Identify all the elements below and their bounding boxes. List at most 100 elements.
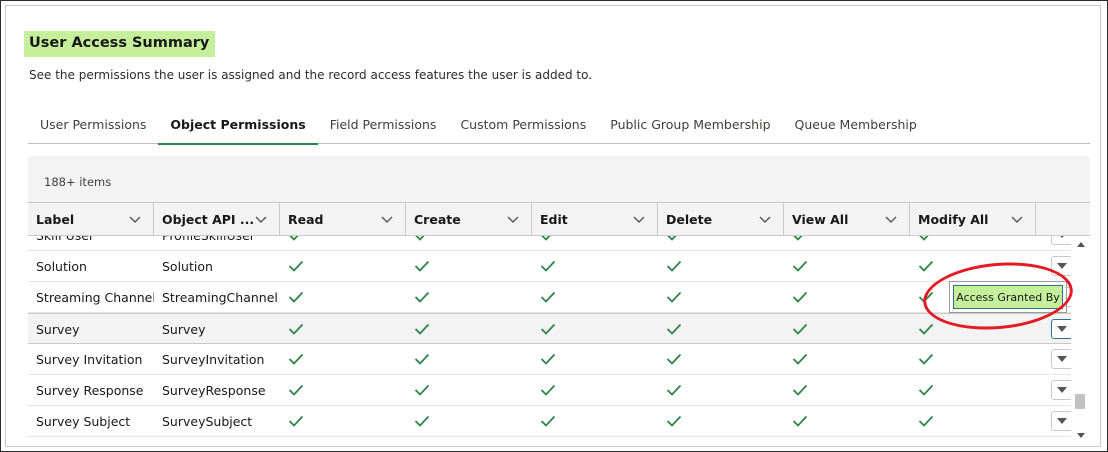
- cell-read: [280, 314, 406, 344]
- column-header-actions: [1036, 203, 1071, 235]
- cell-view-all: [784, 236, 910, 250]
- scroll-up-arrow-icon[interactable]: [1077, 242, 1085, 247]
- cell-create: [406, 344, 532, 374]
- chevron-down-icon[interactable]: [255, 213, 267, 225]
- tab-object-permissions[interactable]: Object Permissions: [158, 111, 318, 145]
- cell-edit: [532, 375, 658, 405]
- check-icon: [288, 384, 304, 396]
- cell-view-all: [784, 406, 910, 436]
- cell-create: [406, 375, 532, 405]
- column-header-modify-all[interactable]: Modify All: [910, 203, 1036, 235]
- cell-edit: [532, 344, 658, 374]
- cell-delete: [658, 282, 784, 312]
- check-icon: [666, 291, 682, 303]
- row-action-dropdown-icon[interactable]: [1051, 349, 1071, 369]
- tab-field-permissions[interactable]: Field Permissions: [318, 111, 449, 144]
- table-row[interactable]: Survey Survey: [28, 313, 1071, 344]
- chevron-down-icon[interactable]: [885, 213, 897, 225]
- scroll-thumb[interactable]: [1075, 394, 1085, 409]
- tab-bar: User Permissions Object Permissions Fiel…: [28, 111, 1090, 145]
- check-icon: [540, 415, 556, 427]
- check-icon: [540, 260, 556, 272]
- access-granted-by-menu-item[interactable]: Access Granted By: [953, 285, 1063, 309]
- table-row[interactable]: Survey Invitation SurveyInvitation: [28, 344, 1071, 375]
- column-header-edit[interactable]: Edit: [532, 203, 658, 235]
- chevron-down-icon[interactable]: [1011, 213, 1023, 225]
- chevron-down-icon[interactable]: [507, 213, 519, 225]
- table-row[interactable]: Streaming Channel StreamingChannel: [28, 282, 1071, 313]
- cell-edit: [532, 236, 658, 250]
- chevron-down-icon[interactable]: [633, 213, 645, 225]
- cell-delete: [658, 236, 784, 250]
- cell-modify-all: [910, 406, 1036, 436]
- cell-actions: [1036, 251, 1071, 281]
- cell-read: [280, 236, 406, 250]
- row-action-dropdown-icon[interactable]: [1051, 236, 1071, 245]
- table-row[interactable]: Solution Solution: [28, 251, 1071, 282]
- check-icon: [414, 384, 430, 396]
- check-icon: [792, 260, 808, 272]
- column-header-view-all[interactable]: View All: [784, 203, 910, 235]
- scroll-down-arrow-icon[interactable]: [1077, 433, 1085, 438]
- check-icon: [666, 236, 682, 241]
- check-icon: [540, 323, 556, 335]
- table-row[interactable]: Skill UserProfileSkillUser: [28, 236, 1071, 251]
- check-icon: [414, 291, 430, 303]
- check-icon: [666, 415, 682, 427]
- check-icon: [288, 291, 304, 303]
- row-action-dropdown-icon[interactable]: [1051, 319, 1071, 339]
- check-icon: [288, 323, 304, 335]
- check-icon: [540, 236, 556, 241]
- cell-create: [406, 251, 532, 281]
- column-header-text: Read: [288, 211, 324, 227]
- cell-object-api: SurveyInvitation: [162, 351, 265, 367]
- check-icon: [918, 323, 934, 335]
- cell-actions: [1036, 406, 1071, 436]
- check-icon: [792, 353, 808, 365]
- chevron-down-icon[interactable]: [381, 213, 393, 225]
- column-header-create[interactable]: Create: [406, 203, 532, 235]
- column-header-read[interactable]: Read: [280, 203, 406, 235]
- tab-queue-membership[interactable]: Queue Membership: [783, 111, 929, 144]
- cell-object-api: Survey: [162, 321, 206, 337]
- check-icon: [414, 353, 430, 365]
- chevron-down-icon[interactable]: [129, 213, 141, 225]
- check-icon: [792, 291, 808, 303]
- screenshot-frame: User Access Summary See the permissions …: [0, 0, 1108, 452]
- cell-create: [406, 314, 532, 344]
- table-row[interactable]: Survey Response SurveyResponse: [28, 375, 1071, 406]
- cell-edit: [532, 282, 658, 312]
- row-action-dropdown-icon[interactable]: [1051, 380, 1071, 400]
- cell-delete: [658, 344, 784, 374]
- tab-custom-permissions[interactable]: Custom Permissions: [448, 111, 598, 144]
- column-header-object-api[interactable]: Object API ...: [154, 203, 280, 235]
- column-header-label[interactable]: Label: [28, 203, 154, 235]
- cell-view-all: [784, 251, 910, 281]
- table-header: Label Object API ... Read Create Edit De…: [28, 202, 1090, 236]
- check-icon: [414, 260, 430, 272]
- cell-label: Survey Invitation: [36, 351, 143, 367]
- check-icon: [792, 236, 808, 241]
- row-action-dropdown-icon[interactable]: [1051, 256, 1071, 276]
- tab-public-group-membership[interactable]: Public Group Membership: [598, 111, 782, 144]
- chevron-down-icon[interactable]: [759, 213, 771, 225]
- check-icon: [414, 236, 430, 241]
- page-subtitle: See the permissions the user is assigned…: [29, 68, 593, 82]
- cell-modify-all: [910, 236, 1036, 250]
- table-row[interactable]: Survey Subject SurveySubject: [28, 406, 1071, 437]
- check-icon: [540, 291, 556, 303]
- check-icon: [792, 323, 808, 335]
- row-action-dropdown-icon[interactable]: [1051, 411, 1071, 431]
- column-header-delete[interactable]: Delete: [658, 203, 784, 235]
- tab-user-permissions[interactable]: User Permissions: [28, 111, 158, 144]
- check-icon: [288, 260, 304, 272]
- check-icon: [540, 353, 556, 365]
- check-icon: [918, 415, 934, 427]
- vertical-scrollbar[interactable]: [1071, 236, 1090, 446]
- cell-modify-all: [910, 344, 1036, 374]
- cell-actions: [1036, 375, 1071, 405]
- cell-object-api: StreamingChannel: [162, 289, 278, 305]
- cell-actions: [1036, 236, 1071, 250]
- cell-create: [406, 282, 532, 312]
- cell-create: [406, 406, 532, 436]
